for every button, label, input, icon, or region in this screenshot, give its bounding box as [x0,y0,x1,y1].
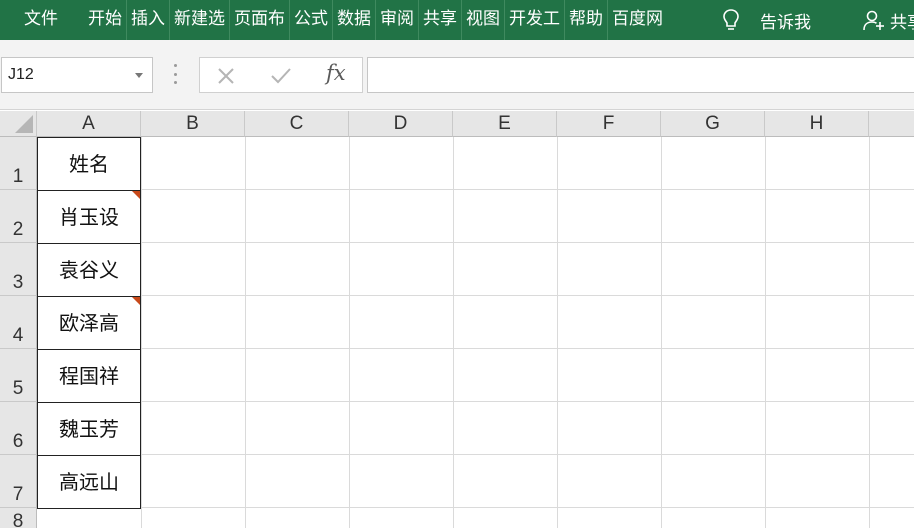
name-box[interactable]: J12 [1,57,153,93]
gridline [37,454,914,455]
column-header-e[interactable]: E [453,111,557,137]
check-icon[interactable] [270,66,292,86]
cell-a7[interactable]: 高远山 [37,455,141,509]
name-box-value: J12 [8,66,34,83]
row-header-8[interactable]: 8 [0,508,37,528]
gridline [37,189,914,190]
tab-share-tab[interactable]: 共享 [418,0,461,40]
gridline [37,348,914,349]
cell-a5[interactable]: 程国祥 [37,349,141,403]
tab-review[interactable]: 审阅 [375,0,418,40]
column-header-h[interactable]: H [765,111,869,137]
cell-a2[interactable]: 肖玉设 [37,190,141,244]
gridline [37,401,914,402]
row-header-7[interactable]: 7 [0,455,37,508]
gridline [557,137,558,528]
drag-handle-icon[interactable] [173,64,177,84]
tab-view[interactable]: 视图 [461,0,504,40]
column-header-b[interactable]: B [141,111,245,137]
share-label: 共享 [890,12,914,33]
cell-a3[interactable]: 袁谷义 [37,243,141,297]
column-header-c[interactable]: C [245,111,349,137]
ribbon: 文件 开始 插入 新建选 页面布 公式 数据 审阅 共享 视图 开发工 帮助 百… [0,0,914,40]
tab-formulas[interactable]: 公式 [289,0,332,40]
tell-me-label: 告诉我 [760,12,811,33]
ribbon-tabs: 开始 插入 新建选 页面布 公式 数据 审阅 共享 视图 开发工 帮助 百度网 [84,0,667,40]
column-header-d[interactable]: D [349,111,453,137]
gridline [765,137,766,528]
tab-baidu[interactable]: 百度网 [607,0,667,40]
row-header-4[interactable]: 4 [0,296,37,349]
gridline [661,137,662,528]
gridline [453,137,454,528]
cell-text: 欧泽高 [59,311,119,335]
column-header-g[interactable]: G [661,111,765,137]
tab-developer[interactable]: 开发工 [504,0,564,40]
tell-me-search[interactable]: 告诉我 [722,0,811,40]
gridline [245,137,246,528]
lightbulb-icon [723,9,739,30]
tab-file[interactable]: 文件 [0,0,82,40]
tab-help[interactable]: 帮助 [564,0,607,40]
gridline [37,295,914,296]
tab-page-layout[interactable]: 页面布 [229,0,289,40]
column-header-f[interactable]: F [557,111,661,137]
gridline [37,242,914,243]
cell-a1[interactable]: 姓名 [37,137,141,191]
row-header-1[interactable]: 1 [0,137,37,190]
formula-input[interactable] [367,57,914,93]
cell-a6[interactable]: 魏玉芳 [37,402,141,456]
formula-bar: J12 fx [0,40,914,110]
formula-buttons: fx [199,57,363,93]
tab-insert[interactable]: 插入 [126,0,169,40]
row-header-2[interactable]: 2 [0,190,37,243]
gridline [37,507,914,508]
cell-a4[interactable]: 欧泽高 [37,296,141,350]
tab-new-tab[interactable]: 新建选 [169,0,229,40]
gridline [349,137,350,528]
row-header-3[interactable]: 3 [0,243,37,296]
cell-text: 肖玉设 [59,205,119,229]
chevron-down-icon[interactable] [135,73,143,78]
select-all-button[interactable] [0,111,37,137]
tab-data[interactable]: 数据 [332,0,375,40]
column-header-i[interactable] [869,111,914,137]
comment-indicator-icon[interactable] [132,297,140,305]
gridline [869,137,870,528]
person-add-icon [863,10,884,31]
row-header-6[interactable]: 6 [0,402,37,455]
gridline [141,137,142,528]
x-icon[interactable] [216,66,236,86]
row-header-5[interactable]: 5 [0,349,37,402]
comment-indicator-icon[interactable] [132,191,140,199]
insert-function-button[interactable]: fx [326,61,346,85]
column-header-a[interactable]: A [37,111,141,137]
share-button[interactable]: 共享 [862,0,914,40]
tab-home[interactable]: 开始 [84,0,126,40]
